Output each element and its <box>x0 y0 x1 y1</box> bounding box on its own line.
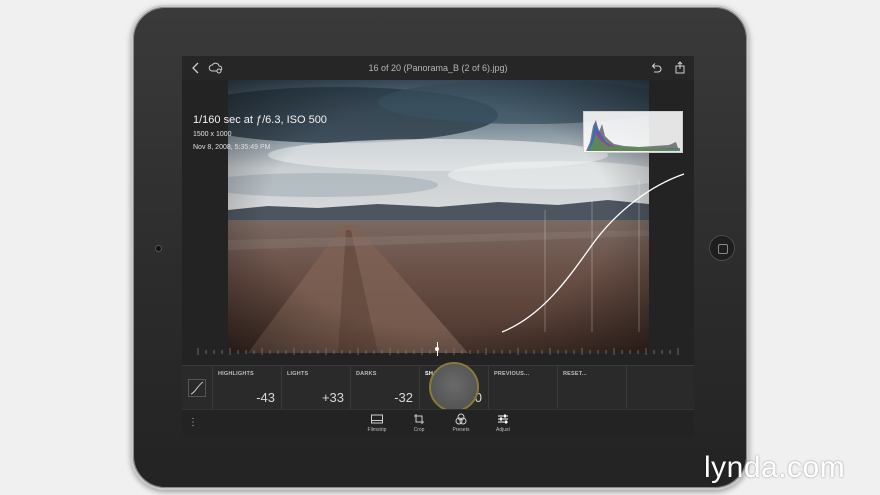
darks-value: -32 <box>394 390 413 405</box>
filmstrip-label: Filmstrip <box>367 427 387 433</box>
top-bar: 16 of 20 (Panorama_B (2 of 6).jpg) <box>182 56 694 80</box>
crop-label: Crop <box>413 427 425 433</box>
crop-icon <box>402 413 436 426</box>
crop-button[interactable]: Crop <box>402 413 436 433</box>
lynda-watermark: lynda.com <box>704 451 846 484</box>
lights-value: +33 <box>321 390 344 405</box>
adjust-reset[interactable]: RESET... <box>557 366 626 410</box>
share-icon[interactable] <box>672 60 688 76</box>
sliders-icon <box>486 413 520 426</box>
filmstrip-icon <box>360 413 394 426</box>
video-frame: 16 of 20 (Panorama_B (2 of 6).jpg) 1/160… <box>0 0 880 495</box>
highlights-value: -43 <box>256 390 275 405</box>
more-vertical-icon[interactable]: ⋮ <box>188 417 198 428</box>
adjust-label: Adjust <box>496 427 510 433</box>
reset-label: RESET... <box>563 371 587 377</box>
adjust-darks[interactable]: DARKS -32 <box>350 366 419 410</box>
bottom-toolbar: ⋮ Filmstrip Crop Presets Adjust <box>182 409 694 437</box>
tone-curve-icon[interactable] <box>188 379 206 397</box>
home-button[interactable] <box>709 235 735 261</box>
presets-icon <box>444 413 478 426</box>
adjust-lights[interactable]: LIGHTS +33 <box>281 366 350 410</box>
adjust-empty-cell <box>626 366 694 410</box>
adjust-previous[interactable]: PREVIOUS... <box>488 366 557 410</box>
highlights-label: HIGHLIGHTS <box>218 371 254 377</box>
darks-label: DARKS <box>356 371 377 377</box>
adjust-button[interactable]: Adjust <box>486 413 520 433</box>
previous-label: PREVIOUS... <box>494 371 530 377</box>
adjust-highlights[interactable]: HIGHLIGHTS -43 <box>212 366 281 410</box>
undo-icon[interactable] <box>648 60 664 76</box>
shadows-dial[interactable] <box>429 362 479 412</box>
file-title: 16 of 20 (Panorama_B (2 of 6).jpg) <box>368 63 508 73</box>
presets-button[interactable]: Presets <box>444 413 478 433</box>
lightroom-screen: 16 of 20 (Panorama_B (2 of 6).jpg) 1/160… <box>182 56 694 437</box>
scale-knob[interactable] <box>435 347 439 351</box>
presets-label: Presets <box>452 427 470 433</box>
value-scale[interactable] <box>196 343 680 359</box>
filmstrip-button[interactable]: Filmstrip <box>360 413 394 433</box>
tone-curve-overlay[interactable] <box>182 80 694 365</box>
lights-label: LIGHTS <box>287 371 309 377</box>
front-camera <box>155 245 162 252</box>
